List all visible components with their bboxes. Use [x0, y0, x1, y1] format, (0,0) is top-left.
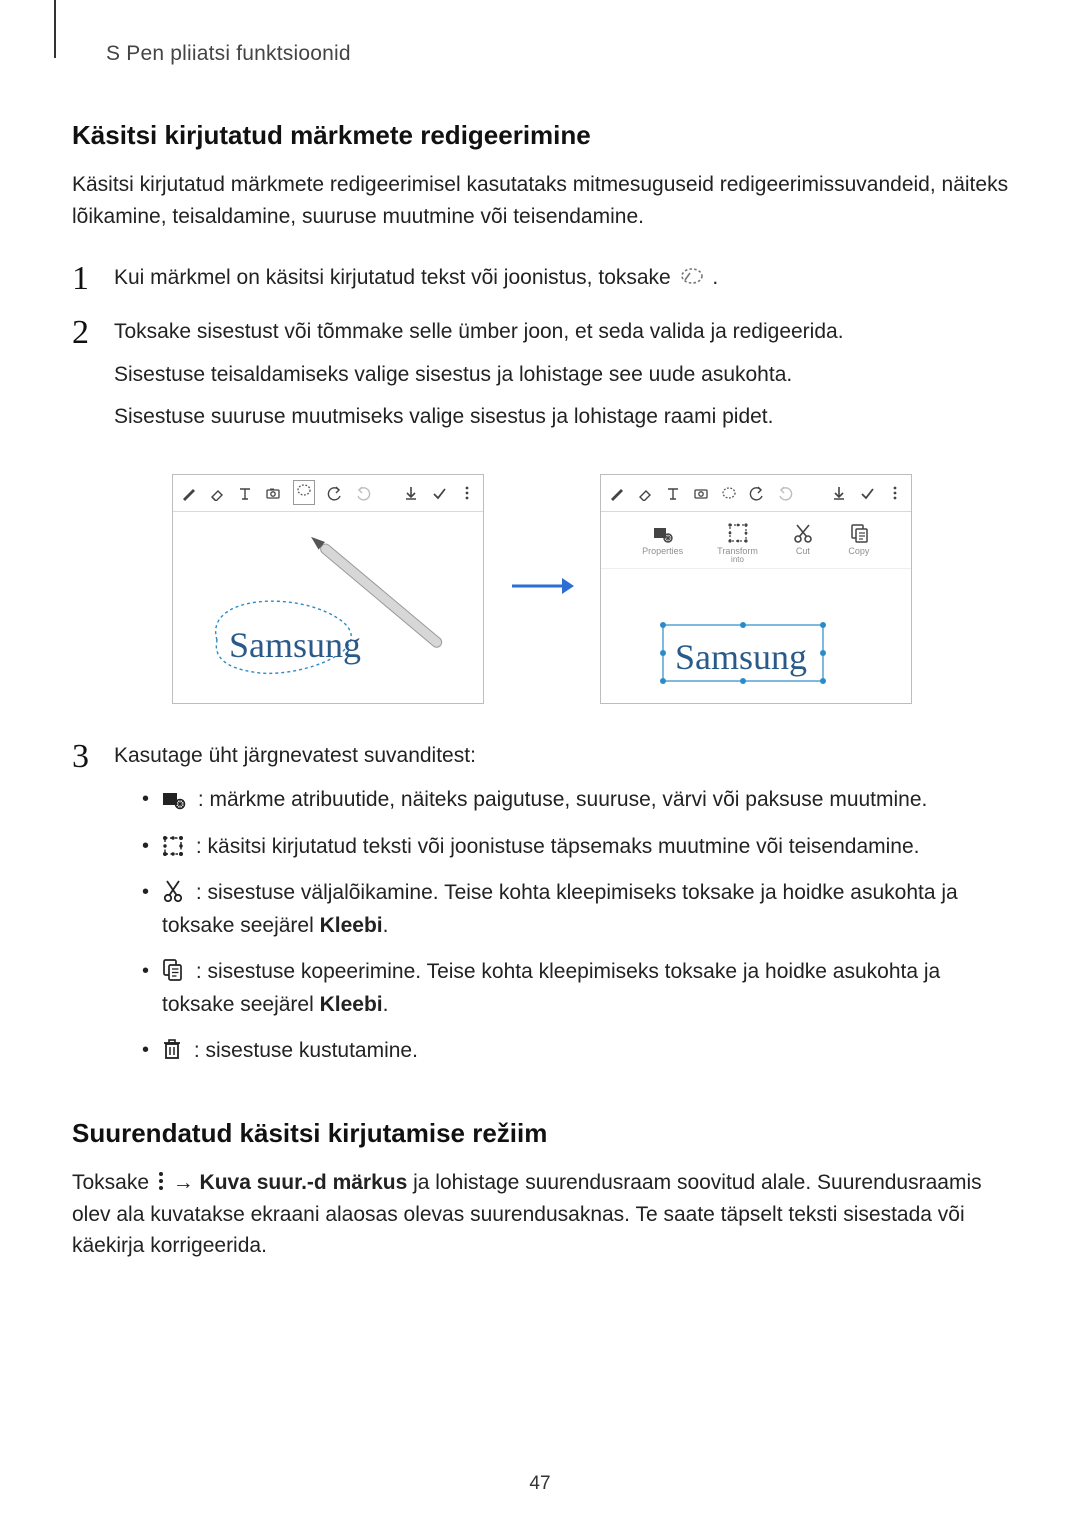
handwriting-before: Samsung — [229, 625, 361, 665]
text-icon — [665, 485, 681, 501]
redo-icon — [355, 485, 371, 501]
check-icon — [859, 485, 875, 501]
selection-icon — [679, 265, 705, 287]
device-after: Properties Transform into Cut Copy — [600, 474, 912, 704]
opt-transform: Transform into — [717, 522, 758, 564]
selection-tool-icon — [293, 480, 315, 505]
step-number-2: 2 — [72, 316, 110, 350]
step-2: 2 Toksake sisestust või tõmmake selle üm… — [72, 316, 1012, 444]
opt-item-copy: : sisestuse kopeerimine. Teise kohta kle… — [142, 956, 1012, 1021]
pen-icon — [181, 485, 197, 501]
arrow-icon — [510, 573, 574, 604]
undo-icon — [749, 485, 765, 501]
step-number-3: 3 — [72, 740, 110, 774]
opt-item-properties: : märkme atribuutide, näiteks paigutuse,… — [142, 784, 1012, 817]
selection-tool-icon — [721, 485, 737, 501]
text-icon — [237, 485, 253, 501]
handwriting-after: Samsung — [675, 637, 807, 677]
save-icon — [403, 485, 419, 501]
delete-icon — [162, 1037, 182, 1061]
pen-icon — [609, 485, 625, 501]
toolbar-after — [601, 475, 911, 512]
step3-intro: Kasutage üht järgnevatest suvanditest: — [114, 740, 1012, 773]
canvas-after: Samsung — [601, 569, 911, 704]
undo-icon — [327, 485, 343, 501]
properties-icon — [162, 790, 186, 810]
step1-text-before: Kui märkmel on käsitsi kirjutatud tekst … — [114, 266, 677, 289]
step-3: 3 Kasutage üht järgnevatest suvanditest:… — [72, 740, 1012, 1098]
page-header: S Pen pliiatsi funktsioonid — [106, 42, 1012, 66]
opt-copy: Copy — [848, 522, 870, 564]
camera-icon — [265, 485, 281, 501]
opt-item-cut: : sisestuse väljalõikamine. Teise kohta … — [142, 877, 1012, 942]
more-icon — [459, 485, 475, 501]
opt-item-delete: : sisestuse kustutamine. — [142, 1035, 1012, 1068]
redo-icon — [777, 485, 793, 501]
camera-icon — [693, 485, 709, 501]
opt-transform-sub: into — [731, 556, 744, 564]
transform-icon — [162, 835, 184, 857]
section1-lead: Käsitsi kirjutatud märkmete redigeerimis… — [72, 169, 1012, 232]
opt-item-transform: : käsitsi kirjutatud teksti või joonistu… — [142, 831, 1012, 864]
step-1: 1 Kui märkmel on käsitsi kirjutatud teks… — [72, 262, 1012, 296]
step2-line3: Sisestuse suuruse muutmiseks valige sise… — [114, 401, 1012, 434]
device-before: Samsung — [172, 474, 484, 704]
canvas-before: Samsung — [173, 512, 483, 704]
eraser-icon — [637, 485, 653, 501]
more-icon — [887, 485, 903, 501]
opt-properties: Properties — [642, 522, 683, 564]
opt-properties-label: Properties — [642, 547, 683, 556]
page-number: 47 — [0, 1473, 1080, 1495]
copy-icon — [162, 958, 184, 982]
section-title-editing: Käsitsi kirjutatud märkmete redigeerimin… — [72, 120, 1012, 151]
selection-options: Properties Transform into Cut Copy — [601, 512, 911, 569]
step2-line1: Toksake sisestust või tõmmake selle ümbe… — [114, 316, 1012, 349]
cut-icon — [162, 879, 184, 903]
step-number-1: 1 — [72, 262, 110, 296]
opt-copy-label: Copy — [848, 547, 869, 556]
section2-body: Toksake → Kuva suur.-d märkus ja lohista… — [72, 1167, 1012, 1262]
opt-cut: Cut — [792, 522, 814, 564]
figure-row: Samsung — [72, 474, 1012, 704]
step2-line2: Sisestuse teisaldamiseks valige sisestus… — [114, 359, 1012, 392]
save-icon — [831, 485, 847, 501]
eraser-icon — [209, 485, 225, 501]
step1-text-after: . — [712, 266, 718, 289]
opt-cut-label: Cut — [796, 547, 810, 556]
toolbar-before — [173, 475, 483, 512]
check-icon — [431, 485, 447, 501]
more-icon — [157, 1170, 165, 1192]
section-title-zoom: Suurendatud käsitsi kirjutamise režiim — [72, 1118, 1012, 1149]
